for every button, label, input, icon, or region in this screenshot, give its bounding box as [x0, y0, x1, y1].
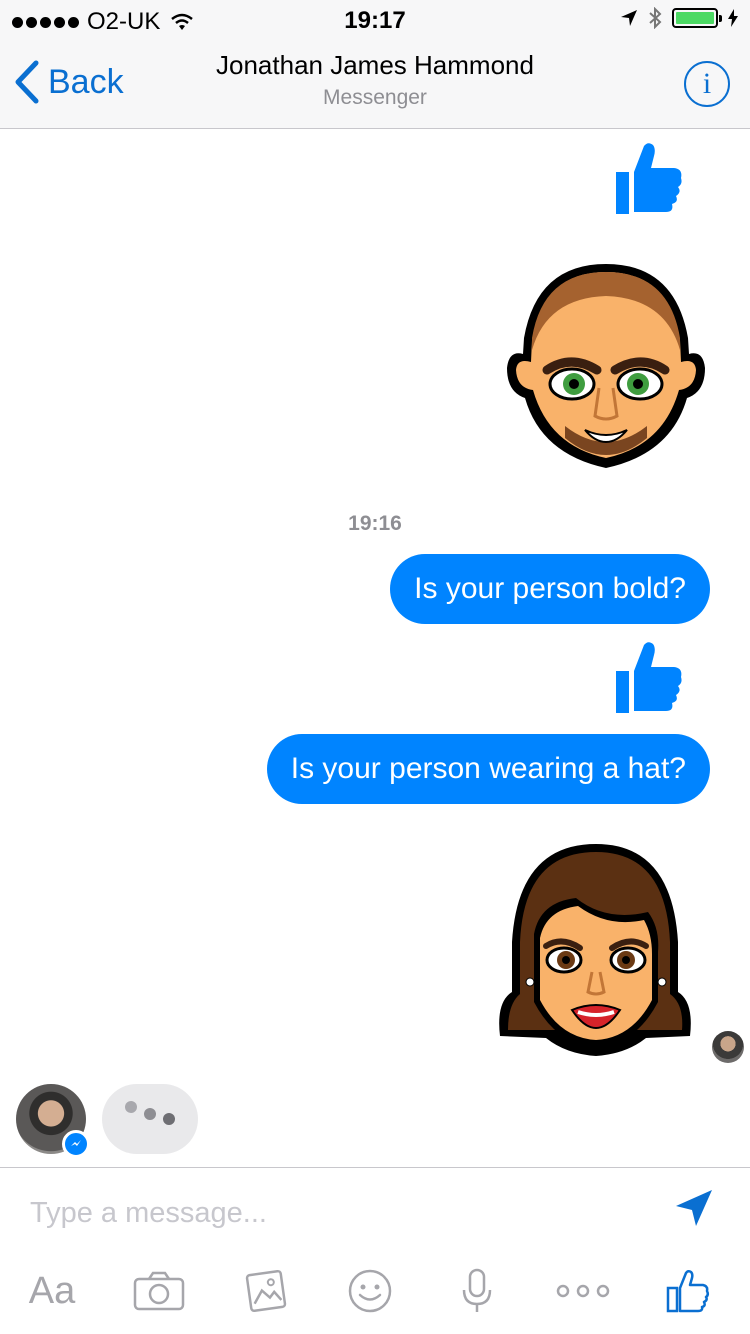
seen-receipt-avatar: [712, 1031, 744, 1063]
message-text: Is your person bold?: [414, 572, 686, 605]
text-format-button[interactable]: Aa: [22, 1258, 82, 1324]
text-format-label: Aa: [28, 1269, 76, 1312]
camera-icon: [133, 1271, 185, 1311]
more-button[interactable]: [554, 1258, 612, 1324]
message-text: Is your person wearing a hat?: [290, 752, 686, 785]
send-icon[interactable]: [674, 1188, 714, 1228]
voice-button[interactable]: [458, 1258, 496, 1324]
bald-man-avatar-sticker[interactable]: [505, 258, 707, 472]
like-button[interactable]: [664, 1258, 712, 1324]
more-icon: [556, 1284, 610, 1298]
battery-icon: [672, 8, 722, 28]
message-input[interactable]: [30, 1188, 650, 1238]
message-bubble[interactable]: Is your person wearing a hat?: [266, 734, 710, 804]
thumbs-up-icon: [666, 1269, 710, 1313]
composer-toolbar: Aa: [0, 1258, 750, 1324]
info-button[interactable]: i: [684, 61, 730, 107]
message-timestamp: 19:16: [348, 512, 402, 535]
brunette-woman-avatar-sticker[interactable]: [496, 842, 696, 1058]
smiley-icon: [348, 1269, 392, 1313]
status-bar: O2-UK 19:17: [0, 0, 750, 40]
messenger-badge-icon: [62, 1130, 90, 1158]
info-icon: i: [702, 67, 712, 100]
bluetooth-icon: [649, 7, 662, 29]
location-arrow-icon: [621, 10, 637, 26]
contact-avatar[interactable]: [16, 1084, 90, 1158]
composer-divider: [0, 1167, 750, 1168]
camera-button[interactable]: [130, 1258, 188, 1324]
thumbs-up-icon[interactable]: [614, 142, 684, 216]
message-bubble[interactable]: Is your person bold?: [390, 554, 710, 624]
thumbs-up-icon[interactable]: [614, 641, 684, 715]
typing-indicator: [102, 1084, 198, 1154]
microphone-icon: [462, 1268, 492, 1312]
emoji-button[interactable]: [346, 1258, 394, 1324]
conversation-subtitle: Messenger: [323, 86, 427, 109]
charging-bolt-icon: [728, 9, 738, 27]
gallery-icon: [245, 1269, 287, 1313]
conversation-title: Jonathan James Hammond: [216, 50, 534, 80]
gallery-button[interactable]: [240, 1258, 292, 1324]
